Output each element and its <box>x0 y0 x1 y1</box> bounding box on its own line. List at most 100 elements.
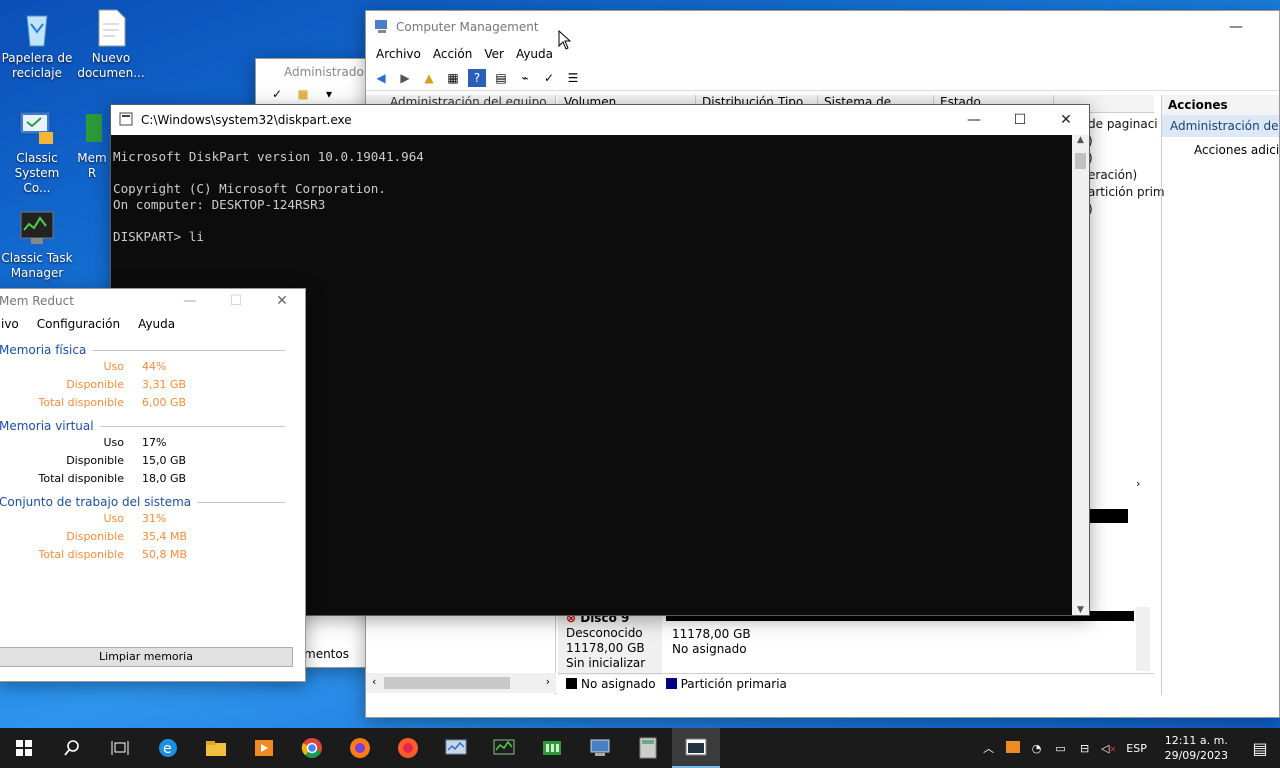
title-bar[interactable]: Mem Reduct — ☐ ✕ <box>0 289 305 313</box>
chrome-taskbar-button[interactable] <box>288 728 336 768</box>
section-title: Memoria virtual <box>0 419 305 433</box>
minimize-button[interactable]: — <box>167 289 213 313</box>
scroll-right-arrow[interactable]: › <box>546 675 550 688</box>
desktop-icon-label: Classic Task Manager <box>1 251 73 280</box>
check-icon[interactable]: ✓ <box>540 69 558 87</box>
diskpart-taskbar-button[interactable] <box>672 728 720 768</box>
language-indicator[interactable]: ESP <box>1121 742 1153 755</box>
actions-disk-management[interactable]: Administración de dis <box>1162 115 1279 137</box>
mem-reduct-window[interactable]: Mem Reduct — ☐ ✕ ivo Configuración Ayuda… <box>0 288 306 682</box>
desktop-icon-label: Papelera de reciclaje <box>1 51 73 80</box>
close-button[interactable]: ✕ <box>1043 105 1089 135</box>
title-bar[interactable]: C:\Windows\system32\diskpart.exe — ☐ ✕ <box>111 105 1089 135</box>
file-explorer-taskbar-button[interactable] <box>192 728 240 768</box>
scroll-down-arrow[interactable]: ▼ <box>1072 605 1089 615</box>
edge-taskbar-button[interactable]: e <box>144 728 192 768</box>
check-icon[interactable]: ✓ <box>268 85 286 103</box>
menu-archivo[interactable]: Archivo <box>370 47 427 61</box>
console-line: Copyright (C) Microsoft Corporation. <box>113 181 386 196</box>
media-player-taskbar-button[interactable] <box>240 728 288 768</box>
window-title: Mem Reduct <box>0 294 74 308</box>
legend-label: No asignado <box>581 676 656 691</box>
stat-row: Uso 17% <box>0 433 305 451</box>
mem-reduct-taskbar-button[interactable] <box>528 728 576 768</box>
console-prompt[interactable]: DISKPART> li <box>113 229 1087 245</box>
stat-row: Total disponible 6,00 GB <box>0 393 305 411</box>
legend-swatch <box>566 677 577 689</box>
scroll-right-arrow[interactable]: › <box>1136 477 1140 490</box>
desktop-icon-recycle-bin[interactable]: Papelera de reciclaje <box>0 8 74 81</box>
window-title: Computer Management <box>396 20 539 34</box>
chevron-up-icon[interactable]: ︿ <box>977 740 1001 756</box>
scroll-up-arrow[interactable]: ▲ <box>1072 135 1089 145</box>
chevron-down-icon[interactable]: ▾ <box>320 85 338 103</box>
show-hide-tree-icon[interactable]: ▦ <box>444 69 462 87</box>
maximize-button[interactable]: ☐ <box>997 105 1043 135</box>
menu-ayuda[interactable]: Ayuda <box>138 317 175 331</box>
actions-header: Acciones <box>1162 95 1279 115</box>
search-button[interactable] <box>48 728 96 768</box>
forward-arrow-icon[interactable]: ▶ <box>396 69 414 87</box>
clean-memory-button[interactable]: Limpiar memoria <box>0 647 293 667</box>
scroll-thumb[interactable] <box>1075 153 1086 169</box>
svg-text:e: e <box>163 741 172 757</box>
desktop-icon-control-panel[interactable]: Classic System Co... <box>0 108 74 196</box>
folder-icon[interactable]: ■ <box>294 85 312 103</box>
disk-9-row[interactable]: ⊗ Disco 9 Desconocido 11178,00 GB Sin in… <box>558 611 1154 681</box>
menu-ver[interactable]: Ver <box>478 47 510 61</box>
minimize-button[interactable]: — <box>1213 11 1259 43</box>
console-output[interactable]: Microsoft DiskPart version 10.0.19041.96… <box>111 135 1089 259</box>
disk-info[interactable]: ⊗ Disco 9 Desconocido 11178,00 GB Sin in… <box>558 611 662 675</box>
firefox-taskbar-button[interactable] <box>336 728 384 768</box>
title-bar[interactable]: Computer Management — <box>366 11 1279 43</box>
console-scrollbar[interactable]: ▲ ▼ <box>1072 135 1089 615</box>
desktop-icon-mem-reduct[interactable]: Mem R <box>74 108 110 181</box>
menu-accion[interactable]: Acción <box>427 47 478 61</box>
computer-management-icon <box>374 18 390 37</box>
help-icon[interactable]: ? <box>468 68 486 87</box>
minimize-button[interactable]: — <box>951 105 997 135</box>
network-icon[interactable]: ⊟ <box>1073 742 1097 755</box>
close-button[interactable]: ✕ <box>259 289 305 313</box>
unallocated-partition[interactable]: 11178,00 GB No asignado <box>666 611 1134 675</box>
notification-icon[interactable]: ▤ <box>1240 739 1280 758</box>
scroll-thumb[interactable] <box>384 677 510 689</box>
diskpart-icon <box>685 738 707 756</box>
maximize-button[interactable] <box>1259 11 1279 43</box>
desktop-icon-task-manager[interactable]: Classic Task Manager <box>0 208 74 281</box>
taskbar: e ︿ ◔ ▭ ⊟ ◁✕ ESP 12:11 a. m. 29/09/2023 … <box>0 728 1280 768</box>
mouse-tray-icon[interactable]: ◔ <box>1025 742 1049 755</box>
desktop-icon-document[interactable]: Nuevo documen... <box>74 8 148 81</box>
task-view-button[interactable] <box>96 728 144 768</box>
task-manager-icon <box>17 208 57 248</box>
firefox-dev-taskbar-button[interactable] <box>384 728 432 768</box>
menu-configuracion[interactable]: Configuración <box>37 317 120 331</box>
task-manager-taskbar-button[interactable] <box>480 728 528 768</box>
tree-hscrollbar[interactable]: ‹ › <box>366 673 556 693</box>
clock[interactable]: 12:11 a. m. 29/09/2023 <box>1153 733 1240 763</box>
menu-bar: ivo Configuración Ayuda <box>0 313 305 335</box>
up-folder-icon[interactable]: ▲ <box>420 69 438 87</box>
list-view-icon[interactable]: ☰ <box>564 69 582 87</box>
start-button[interactable] <box>0 728 48 768</box>
computer-management-taskbar-button[interactable] <box>576 728 624 768</box>
media-player-icon <box>255 740 273 756</box>
mem-reduct-tray-icon[interactable] <box>1001 740 1025 756</box>
back-arrow-icon[interactable]: ◀ <box>372 69 390 87</box>
volume-status-text: artición prim <box>1088 185 1165 199</box>
system-monitor-taskbar-button[interactable] <box>432 728 480 768</box>
calculator-taskbar-button[interactable] <box>624 728 672 768</box>
search-icon <box>64 740 79 756</box>
stat-value: 3,31 GB <box>142 377 187 391</box>
properties-icon[interactable]: ▤ <box>492 69 510 87</box>
maximize-button[interactable]: ☐ <box>213 289 259 313</box>
clock-date: 29/09/2023 <box>1164 749 1228 762</box>
actions-more[interactable]: Acciones adicior <box>1162 137 1279 163</box>
scroll-left-arrow[interactable]: ‹ <box>372 675 376 688</box>
menu-ayuda[interactable]: Ayuda <box>510 47 559 61</box>
menu-archivo[interactable]: ivo <box>1 317 19 331</box>
legend-label: Partición primaria <box>680 676 787 691</box>
display-tray-icon[interactable]: ▭ <box>1049 742 1073 755</box>
connect-icon[interactable]: ⌁ <box>516 69 534 87</box>
volume-muted-icon[interactable]: ◁✕ <box>1097 742 1121 755</box>
